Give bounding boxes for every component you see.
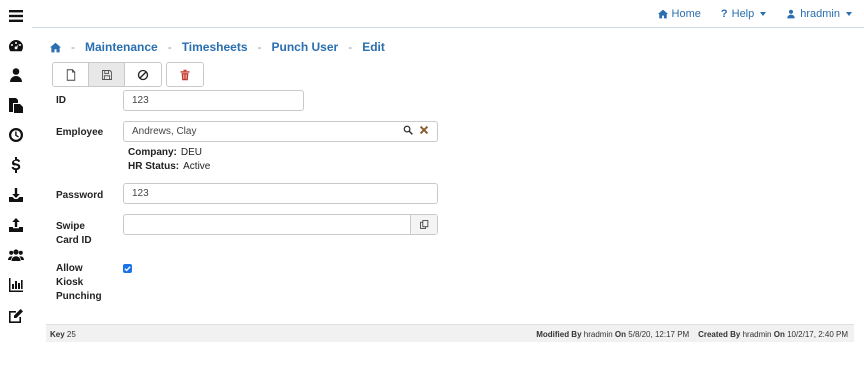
breadcrumb-timesheets[interactable]: Timesheets — [182, 40, 248, 54]
delete-button[interactable] — [167, 63, 203, 86]
ban-icon — [137, 69, 149, 80]
swipe-card-field[interactable] — [123, 214, 438, 235]
kiosk-punching-checkbox[interactable] — [123, 264, 132, 273]
breadcrumb-punch-user[interactable]: Punch User — [272, 40, 339, 54]
trash-icon — [180, 69, 190, 80]
key-info: Key 25 — [50, 330, 76, 339]
dollar-icon[interactable] — [8, 157, 24, 173]
search-icon[interactable] — [403, 125, 413, 135]
modified-on-value: 5/8/20, 12:17 PM — [628, 330, 690, 339]
breadcrumb-separator: - — [167, 40, 172, 54]
breadcrumb-edit: Edit — [362, 40, 385, 54]
save-icon — [101, 69, 112, 80]
breadcrumb-maintenance[interactable]: Maintenance — [85, 40, 158, 54]
home-icon[interactable] — [50, 42, 61, 53]
help-menu[interactable]: ? Help — [720, 8, 767, 20]
breadcrumb: - Maintenance - Timesheets - Punch User … — [50, 40, 385, 54]
top-nav: Home ? Help hradmin — [638, 8, 852, 20]
password-label: Password — [56, 190, 104, 201]
company-label: Company: — [128, 147, 177, 158]
employee-label: Employee — [56, 127, 104, 138]
chart-icon[interactable] — [8, 277, 24, 293]
chevron-down-icon — [760, 12, 767, 16]
users-icon[interactable] — [8, 247, 24, 263]
modified-on-label: On — [614, 330, 627, 339]
help-label: Help — [731, 8, 755, 20]
edit-icon[interactable] — [8, 308, 24, 324]
swipe-card-label-line1: Swipe — [56, 221, 85, 232]
check-icon — [124, 266, 131, 272]
home-icon — [657, 9, 668, 19]
password-value: 123 — [132, 188, 149, 199]
company-info: Company: DEU — [128, 147, 202, 158]
kiosk-label-line2: Kiosk — [56, 277, 84, 288]
audit-info: Modified By hradmin On 5/8/20, 12:17 PM … — [536, 330, 848, 339]
modified-by-user: hradmin — [583, 330, 613, 339]
question-icon: ? — [720, 8, 728, 20]
id-value: 123 — [132, 95, 149, 106]
upload-icon[interactable] — [8, 217, 24, 233]
swipe-card-label: Swipe Card ID — [56, 220, 92, 248]
hr-status-info: HR Status: Active — [128, 161, 210, 172]
user-icon — [787, 9, 795, 19]
clear-icon[interactable] — [419, 125, 429, 135]
id-field[interactable]: 123 — [123, 90, 304, 111]
toolbar-main-group — [52, 62, 162, 87]
kiosk-label-line3: Punching — [56, 291, 102, 302]
documents-icon[interactable] — [8, 97, 24, 113]
save-button[interactable] — [89, 63, 125, 86]
download-icon[interactable] — [8, 187, 24, 203]
chevron-down-icon — [846, 12, 852, 16]
clock-icon[interactable] — [8, 127, 24, 143]
created-by-user: hradmin — [742, 330, 772, 339]
dashboard-icon[interactable] — [8, 38, 24, 54]
toolbar — [52, 62, 204, 87]
password-field[interactable]: 123 — [123, 183, 438, 204]
top-bar: Home ? Help hradmin — [32, 0, 864, 28]
employee-field[interactable]: Andrews, Clay — [123, 121, 438, 142]
new-document-icon — [66, 68, 75, 81]
cancel-button[interactable] — [125, 63, 161, 86]
kiosk-punching-label: Allow Kiosk Punching — [56, 262, 102, 304]
sidebar — [0, 0, 32, 368]
modified-by-label: Modified By — [536, 330, 582, 339]
breadcrumb-separator: - — [348, 40, 353, 54]
user-icon[interactable] — [8, 67, 24, 83]
company-value: DEU — [180, 147, 203, 158]
created-on-value: 10/2/17, 2:40 PM — [787, 330, 848, 339]
user-label: hradmin — [800, 8, 840, 20]
employee-actions — [403, 125, 429, 135]
new-button[interactable] — [53, 63, 89, 86]
hr-status-label: HR Status: — [128, 161, 180, 172]
created-by-label: Created By — [698, 330, 741, 339]
toolbar-delete-group — [166, 62, 204, 87]
user-menu[interactable]: hradmin — [786, 8, 852, 20]
key-value: 25 — [66, 330, 76, 339]
key-label: Key — [50, 330, 65, 339]
swipe-card-label-line2: Card ID — [56, 235, 92, 246]
hr-status-value: Active — [183, 161, 211, 172]
employee-value: Andrews, Clay — [132, 126, 197, 137]
breadcrumb-separator: - — [257, 40, 262, 54]
id-label: ID — [56, 95, 66, 106]
record-footer: Key 25 Modified By hradmin On 5/8/20, 12… — [46, 324, 854, 342]
created-on-label: On — [773, 330, 785, 339]
kiosk-label-line1: Allow — [56, 263, 83, 274]
home-link[interactable]: Home — [657, 8, 701, 20]
breadcrumb-separator: - — [71, 40, 75, 54]
home-label: Home — [671, 8, 701, 20]
menu-icon[interactable] — [8, 8, 24, 24]
copy-icon — [419, 220, 428, 229]
copy-button[interactable] — [410, 215, 437, 234]
